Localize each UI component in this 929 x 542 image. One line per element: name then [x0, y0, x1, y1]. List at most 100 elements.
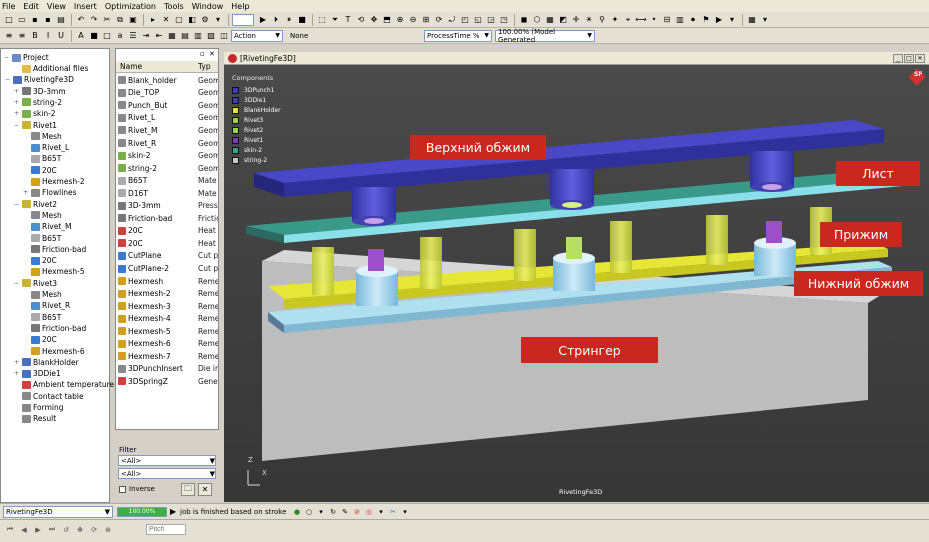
tree-item[interactable]: +3D-3mm	[14, 86, 66, 97]
axis-icon[interactable]: ✛	[570, 14, 582, 26]
mesh-icon[interactable]: ▦	[544, 14, 556, 26]
close-icon[interactable]: ✕	[209, 50, 215, 58]
print-icon[interactable]: ▤	[55, 14, 67, 26]
fit-icon[interactable]: ⬒	[381, 14, 393, 26]
legend-item[interactable]: string-2	[232, 155, 281, 165]
zoom-combo[interactable]: 100.00% (Model Generated ▼	[495, 28, 595, 44]
dropdown-icon[interactable]: ▾	[316, 507, 326, 517]
checkbox-box[interactable]	[119, 485, 126, 493]
collapse-icon[interactable]: −	[14, 201, 22, 208]
tree-item[interactable]: Ambient temperature	[14, 379, 114, 390]
save-icon[interactable]: ▪	[29, 14, 41, 26]
tree-root[interactable]: − Project	[4, 52, 49, 63]
tree-item[interactable]: + Flowlines	[23, 187, 77, 198]
align-center-icon[interactable]: ≡	[16, 30, 28, 42]
redo-icon[interactable]: ↷	[88, 14, 100, 26]
fill-color-icon[interactable]: ■	[88, 30, 100, 42]
indent-icon[interactable]: ⇥	[140, 30, 152, 42]
point-icon[interactable]: •	[648, 14, 660, 26]
edit-icon[interactable]: ✎	[340, 507, 350, 517]
delete-icon[interactable]: ✕	[160, 14, 172, 26]
list-item[interactable]: D16T Mate	[116, 187, 218, 200]
align-left-icon[interactable]: ≡	[3, 30, 15, 42]
view-front-icon[interactable]: ◱	[472, 14, 484, 26]
zoom-in-icon[interactable]: ⊕	[394, 14, 406, 26]
list-item[interactable]: CutPlane-2 Cut p	[116, 262, 218, 275]
menu-view[interactable]: View	[47, 2, 66, 11]
expand-icon[interactable]: +	[14, 370, 22, 377]
run-icon[interactable]: ●	[292, 507, 302, 517]
column-type-header[interactable]: Typ	[198, 62, 211, 71]
last-frame-icon[interactable]: ⏭	[46, 524, 58, 535]
lock-icon[interactable]: ◫	[218, 30, 230, 42]
tree-item[interactable]: − Rivet3	[14, 278, 57, 289]
process-combo[interactable]: ProcessTime % ▼	[424, 29, 492, 42]
font-color-icon[interactable]: A	[75, 30, 87, 42]
pitch-input[interactable]	[146, 524, 186, 535]
measure-icon[interactable]: ⟷	[635, 14, 647, 26]
tree-item[interactable]: − Rivet2	[14, 199, 57, 210]
zoom-box-icon[interactable]: ⊞	[420, 14, 432, 26]
legend-item[interactable]: Rivet2	[232, 125, 281, 135]
list-item[interactable]: Hexmesh-4 Reme	[116, 312, 218, 325]
legend-item[interactable]: 3DDie1	[232, 95, 281, 105]
target-icon[interactable]: ◎	[364, 507, 374, 517]
tree-item[interactable]: Rivet_L	[23, 142, 69, 153]
tree-item[interactable]: Rivet_R	[23, 300, 70, 311]
light-icon[interactable]: ☀	[583, 14, 595, 26]
video-icon[interactable]: ▶	[713, 14, 725, 26]
italic-icon[interactable]: I	[42, 30, 54, 42]
rotate-icon[interactable]: ⟳	[88, 524, 100, 535]
refresh-icon[interactable]: ↻	[328, 507, 338, 517]
properties-icon[interactable]: ◧	[186, 14, 198, 26]
probe-icon[interactable]: ⌖	[622, 14, 634, 26]
tree-item[interactable]: Additional files	[14, 63, 88, 74]
dropdown-icon[interactable]: ▾	[759, 14, 771, 26]
menu-window[interactable]: Window	[192, 2, 224, 11]
list-item[interactable]: Hexmesh-7 Reme	[116, 350, 218, 363]
first-frame-icon[interactable]: ⏮	[4, 524, 16, 535]
marker-icon[interactable]: ✦	[609, 14, 621, 26]
pan-icon[interactable]: ✥	[74, 524, 86, 535]
tree-item[interactable]: Friction-bad	[23, 244, 86, 255]
pan-icon[interactable]: ✥	[368, 14, 380, 26]
project-combo[interactable]: RivetingFe3D ▼	[3, 506, 113, 518]
shade-icon[interactable]: ◼	[518, 14, 530, 26]
graph-icon[interactable]: ▥	[674, 14, 686, 26]
legend-item[interactable]: BlankHolder	[232, 105, 281, 115]
inverse-checkbox[interactable]: Inverse	[119, 485, 155, 493]
select-icon[interactable]: ▸	[147, 14, 159, 26]
maximize-icon[interactable]: □	[904, 54, 914, 63]
action-combo[interactable]: Action ▼	[231, 29, 283, 42]
collapse-icon[interactable]: −	[14, 122, 22, 129]
prev-frame-icon[interactable]: ◀	[18, 524, 30, 535]
paste-icon[interactable]: ▣	[127, 14, 139, 26]
grid-icon[interactable]: ▦	[166, 30, 178, 42]
tree-item[interactable]: − Rivet1	[14, 120, 57, 131]
outdent-icon[interactable]: ⇤	[153, 30, 165, 42]
play-icon[interactable]: ▶	[257, 14, 269, 26]
pin-icon[interactable]: ▫	[200, 50, 205, 58]
dropdown-icon[interactable]: ▾	[400, 507, 410, 517]
list-item[interactable]: Die_TOP Geom	[116, 87, 218, 100]
tree-item[interactable]: Hexmesh-6	[23, 346, 85, 357]
list-item[interactable]: Hexmesh-5 Reme	[116, 325, 218, 338]
menu-file[interactable]: File	[2, 2, 15, 11]
list-item[interactable]: skin-2 Geom	[116, 149, 218, 162]
pause-icon[interactable]: ⏸	[283, 14, 295, 26]
save-all-icon[interactable]: ▪	[42, 14, 54, 26]
menu-tools[interactable]: Tools	[164, 2, 184, 11]
stop-icon[interactable]: ■	[296, 14, 308, 26]
cube-icon[interactable]: ◩	[557, 14, 569, 26]
list-item[interactable]: Rivet_L Geom	[116, 112, 218, 125]
expand-icon[interactable]: +	[14, 88, 22, 95]
step-icon[interactable]: ⏵	[270, 14, 282, 26]
tree-item[interactable]: Rivet_M	[23, 221, 72, 232]
dropdown-icon[interactable]: ▾	[212, 14, 224, 26]
rotate-icon[interactable]: ⟲	[355, 14, 367, 26]
loop-icon[interactable]: ↺	[60, 524, 72, 535]
text-size-icon[interactable]: a	[114, 30, 126, 42]
filter-icon[interactable]: ⏷	[329, 14, 341, 26]
view-top-icon[interactable]: ◰	[459, 14, 471, 26]
tree-item[interactable]: Hexmesh-5	[23, 266, 85, 277]
